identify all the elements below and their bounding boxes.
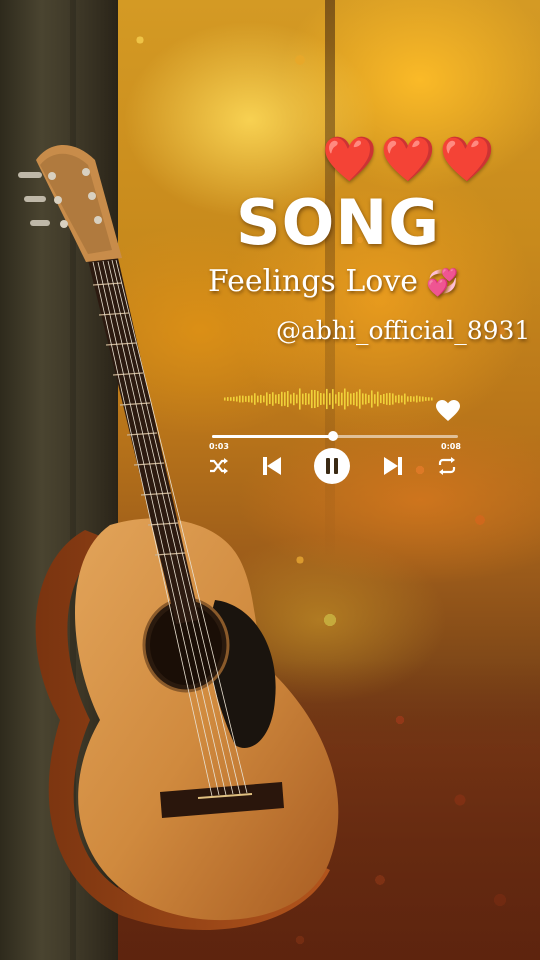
next-track-button[interactable] <box>379 450 407 482</box>
waveform-bar <box>278 394 280 404</box>
creator-handle: @abhi_official_8931 <box>276 316 531 345</box>
waveform-bar <box>263 395 265 403</box>
waveform-bar <box>224 397 226 401</box>
progress-fill <box>212 435 333 438</box>
waveform-bar <box>320 393 322 405</box>
waveform-bar <box>305 393 307 405</box>
waveform-bar <box>242 395 244 403</box>
waveform-bar <box>383 393 385 405</box>
waveform-bar <box>266 392 268 406</box>
waveform-bar <box>296 394 298 404</box>
play-pause-button[interactable] <box>313 447 351 485</box>
waveform-bar <box>425 397 427 401</box>
waveform-bar <box>233 396 235 402</box>
song-title: SONG <box>236 186 441 259</box>
repeat-button[interactable] <box>434 450 460 482</box>
waveform-bar <box>353 392 355 406</box>
waveform-bar <box>392 393 394 405</box>
waveform-bar <box>374 394 376 404</box>
waveform-bar <box>299 388 301 410</box>
previous-track-button[interactable] <box>258 450 286 482</box>
waveform-bar <box>326 388 328 410</box>
waveform-bar <box>341 392 343 406</box>
shuffle-button[interactable] <box>206 450 232 482</box>
waveform-bar <box>260 394 262 404</box>
waveform-bar <box>272 392 274 406</box>
waveform-bar <box>239 395 241 403</box>
song-subtitle: Feelings Love 💞 <box>208 264 458 299</box>
waveform-bar <box>347 391 349 407</box>
waveform-bar <box>407 396 409 402</box>
waveform-bar <box>248 395 250 403</box>
waveform-bar <box>431 397 433 401</box>
waveform-bar <box>422 396 424 402</box>
waveform-bar <box>311 389 313 409</box>
waveform-bar <box>395 395 397 403</box>
waveform-bar <box>350 393 352 405</box>
waveform-bar <box>314 389 316 409</box>
waveform-bar <box>362 393 364 405</box>
waveform-bar <box>368 394 370 404</box>
waveform-bar <box>419 396 421 402</box>
pause-icon <box>314 448 350 484</box>
waveform-bar <box>359 389 361 409</box>
repeat-icon <box>438 457 456 475</box>
video-frame: ❤️❤️❤️ SONG Feelings Love 💞 @abhi_officia… <box>0 0 540 960</box>
waveform-bar <box>380 394 382 404</box>
revolving-hearts-emoji: 💞 <box>426 268 459 298</box>
waveform-bar <box>308 393 310 405</box>
shuffle-icon <box>210 458 228 474</box>
waveform-bar <box>251 395 253 403</box>
waveform-bar <box>257 395 259 403</box>
skip-previous-icon <box>263 457 281 475</box>
waveform-bar <box>404 393 406 405</box>
waveform-bar <box>227 397 229 401</box>
waveform-bar <box>356 391 358 407</box>
waveform-bar <box>398 394 400 404</box>
waveform-bar <box>287 390 289 408</box>
waveform-bar <box>338 392 340 406</box>
audio-waveform <box>224 388 433 410</box>
waveform-bar <box>236 396 238 402</box>
waveform-bar <box>245 396 247 402</box>
progress-bar[interactable] <box>212 428 458 446</box>
waveform-bar <box>386 393 388 405</box>
progress-thumb[interactable] <box>327 431 338 441</box>
waveform-bar <box>230 397 232 401</box>
skip-next-icon <box>384 457 402 475</box>
heart-like-icon[interactable] <box>436 400 460 422</box>
waveform-bar <box>389 392 391 406</box>
waveform-bar <box>329 393 331 405</box>
waveform-bar <box>371 390 373 408</box>
waveform-bar <box>344 388 346 410</box>
waveform-bar <box>410 396 412 402</box>
waveform-bar <box>401 395 403 403</box>
waveform-bar <box>335 394 337 404</box>
waveform-bar <box>317 391 319 407</box>
waveform-bar <box>365 393 367 405</box>
waveform-bar <box>323 393 325 405</box>
waveform-bar <box>302 393 304 405</box>
waveform-bar <box>332 389 334 409</box>
waveform-bar <box>281 391 283 407</box>
waveform-bar <box>275 394 277 404</box>
hearts-emoji: ❤️❤️❤️ <box>322 134 499 185</box>
waveform-bar <box>290 394 292 404</box>
waveform-bar <box>428 397 430 401</box>
subtitle-text: Feelings Love <box>208 264 419 299</box>
waveform-bar <box>269 394 271 404</box>
waveform-bar <box>293 392 295 406</box>
waveform-bar <box>416 395 418 403</box>
waveform-bar <box>413 396 415 402</box>
waveform-bar <box>377 391 379 407</box>
waveform-bar <box>254 393 256 405</box>
waveform-bar <box>284 392 286 406</box>
